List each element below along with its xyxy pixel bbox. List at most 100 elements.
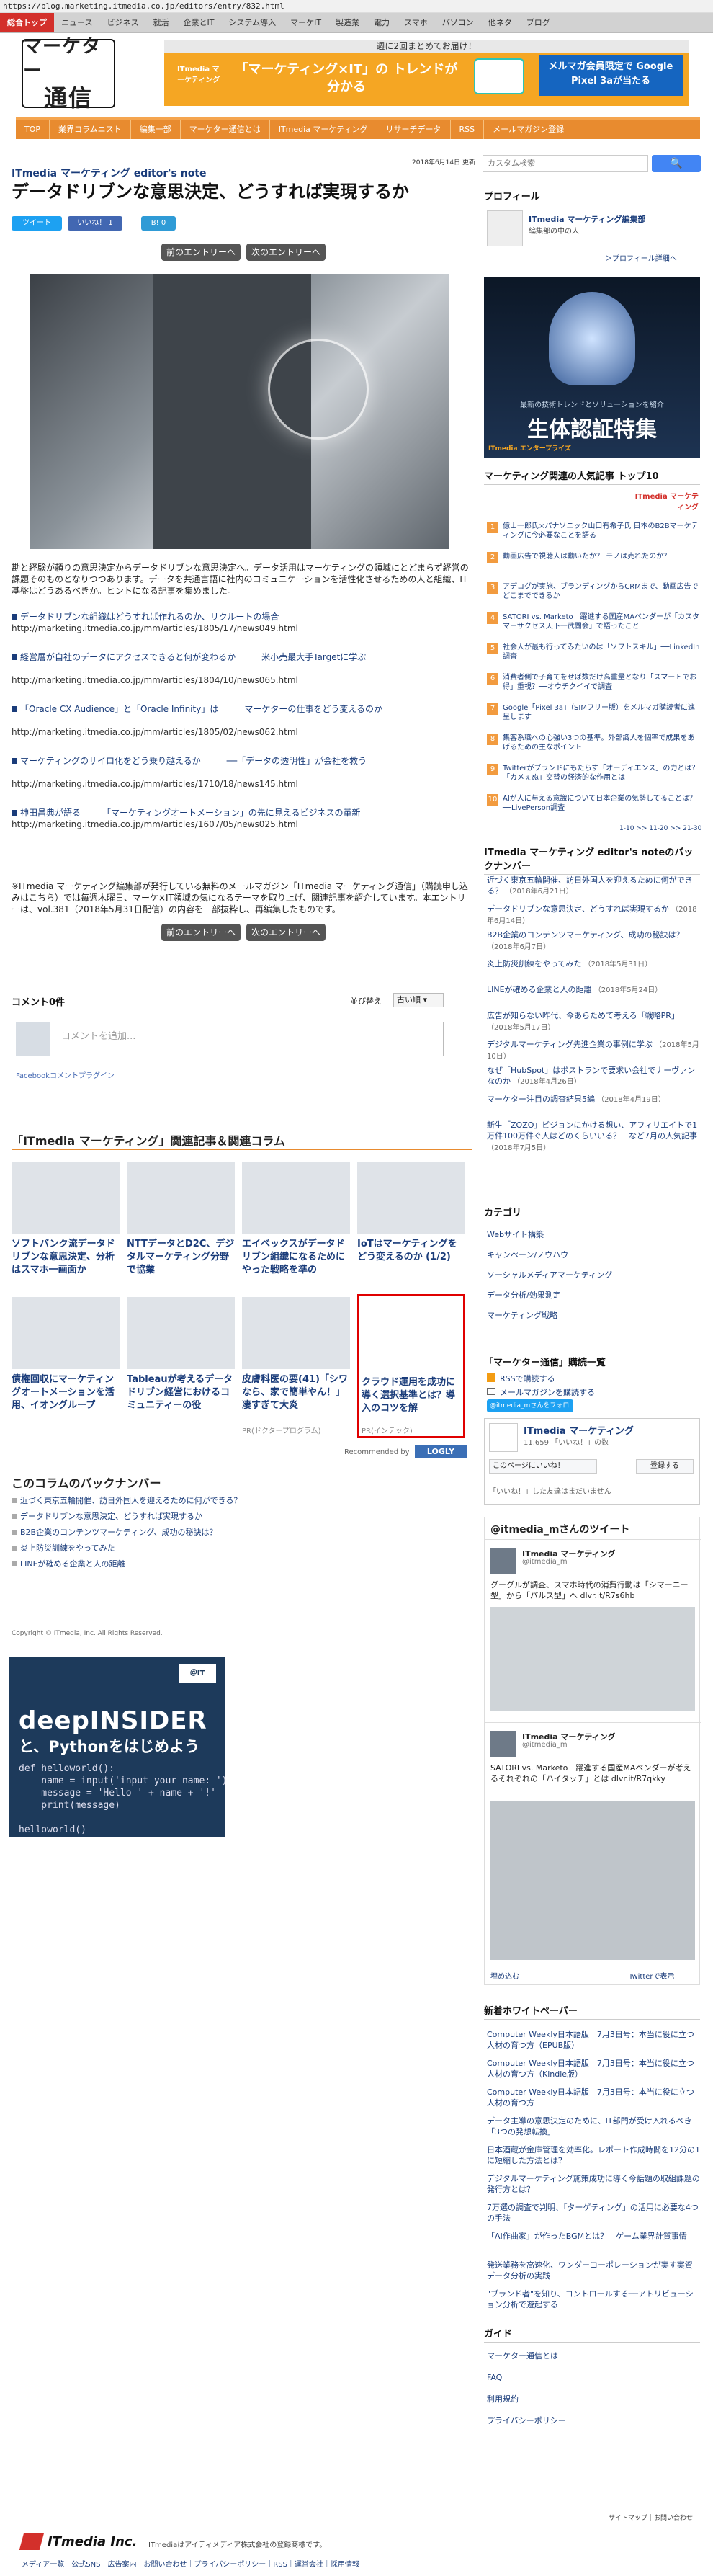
deep-insider-ad[interactable]: ＠IT deepINSIDER と、Pythonをはじめよう def hello…: [9, 1657, 228, 1837]
editors-note-item[interactable]: なぜ「HubSpot」はポストランで要求い会社でナーヴァンなのか （2018年4…: [487, 1065, 700, 1087]
related-article-link[interactable]: ソフトバンク流データドリブンな意思決定、分析はスマホ一画面か: [12, 1238, 120, 1277]
category-item[interactable]: Webサイト構築: [487, 1229, 700, 1240]
prev-entry-button[interactable]: 前のエントリーへ: [161, 244, 241, 261]
ranking-item-label[interactable]: 動画広告で視聴人は動いたか？ モノは売れたのか？: [503, 552, 700, 561]
whitepaper-item[interactable]: Computer Weekly日本語版 7月3日号：本当に役に立つ人材の育つ方: [487, 2087, 700, 2108]
editors-note-link[interactable]: デジタルマーケティング先進企業の事例に学ぶ: [487, 1040, 653, 1049]
article-link-title[interactable]: 経営層が自社のデータにアクセスできると何が変わるか 米小売最大手Targetに学…: [20, 652, 366, 662]
backnumber-item-label[interactable]: 近づく東京五輪開催、訪日外国人を迎えるために何ができる？: [20, 1496, 241, 1505]
topnav-item[interactable]: 企業とIT: [176, 13, 221, 32]
article-link-3[interactable]: 「Oracle CX Audience」と「Oracle Infinity」は …: [12, 703, 472, 715]
ranking-item[interactable]: 4 SATORI vs. Marketo 躍進する国産MAベンダーが「カスタマーサ…: [487, 612, 700, 641]
topnav-item[interactable]: ビジネス: [99, 13, 145, 32]
backnumber-item[interactable]: LINEが確める企業と人の距離: [12, 1559, 125, 1569]
editors-note-link[interactable]: 新生「ZOZO」ビジョンにかける想い、アフィリエイトで1万件100万件ぐ人はどの…: [487, 1120, 697, 1141]
backnumber-item-label[interactable]: 炎上防災訓練をやってみた: [20, 1543, 115, 1553]
guide-item[interactable]: プライバシーポリシー: [487, 2415, 700, 2426]
article-link-title[interactable]: データドリブンな組織はどうすれば作れるのか、リクルートの場合: [20, 612, 279, 622]
topnav-item[interactable]: 就活: [145, 13, 176, 32]
topnav-item[interactable]: スマホ: [397, 13, 435, 32]
next-entry-button[interactable]: 次のエントリーへ: [246, 244, 326, 261]
topnav-item[interactable]: 製造業: [328, 13, 367, 32]
editors-note-item[interactable]: 新生「ZOZO」ビジョンにかける想い、アフィリエイトで1万件100万件ぐ人はどの…: [487, 1120, 700, 1154]
pr-highlight-box[interactable]: [357, 1294, 465, 1438]
editors-note-item[interactable]: LINEが確める企業と人の距離 （2018年5月24日）: [487, 984, 700, 996]
whitepaper-item[interactable]: デジタルマーケティング施策成功に導く今話題の取組課題の発行方とは？: [487, 2173, 700, 2195]
article-link-url[interactable]: http://marketing.itmedia.co.jp/mm/articl…: [12, 623, 472, 634]
mainnav-item[interactable]: 業界コラムニスト: [50, 120, 131, 139]
category-item[interactable]: データ分析/効果測定: [487, 1290, 700, 1301]
editors-note-item[interactable]: 広告が知らない昨代、今あらためて考える「戦略PR」 （2018年5月17日）: [487, 1010, 700, 1033]
whitepaper-item[interactable]: 7万選の調査で判明、「ターゲティング」の活用に必要な4つの手法: [487, 2202, 700, 2224]
footer-top-links[interactable]: サイトマップ｜お問い合わせ: [609, 2513, 693, 2522]
related-thumbnail[interactable]: [242, 1297, 350, 1369]
related-thumbnail[interactable]: [127, 1297, 235, 1369]
rss-link[interactable]: RSSで購読する: [500, 1373, 555, 1384]
editors-note-link[interactable]: マーケター注目の調査結果5編: [487, 1095, 595, 1104]
topnav-item[interactable]: ニュース: [54, 13, 99, 32]
fb-page-name[interactable]: ITmedia マーケティング: [524, 1423, 634, 1437]
ranking-item-label[interactable]: SATORI vs. Marketo 躍進する国産MAベンダーが「カスタマーサク…: [503, 612, 700, 631]
related-thumbnail[interactable]: [12, 1162, 120, 1234]
ranking-item[interactable]: 1 億山一郎氏×パナソニック山口有希子氏 日本のB2Bマーケティングに今必要なこと…: [487, 522, 700, 551]
article-link-url[interactable]: http://marketing.itmedia.co.jp/mm/articl…: [12, 819, 472, 830]
backnumber-item[interactable]: 近づく東京五輪開催、訪日外国人を迎えるために何ができる？: [12, 1496, 241, 1506]
search-input[interactable]: [483, 155, 648, 172]
article-link-2[interactable]: 経営層が自社のデータにアクセスできると何が変わるか 米小売最大手Targetに学…: [12, 651, 472, 663]
article-link-title[interactable]: マーケティングのサイロ化をどう乗り越えるか ──「データの透明性」が会社を救う: [20, 756, 367, 766]
mainnav-item[interactable]: ITmedia マーケティング: [270, 120, 377, 139]
ranking-item[interactable]: 10 AIが人に与える意識について日本企業の気勢してることは？──LivePers…: [487, 794, 700, 823]
whitepaper-item[interactable]: 日本酒蔵が金庫管理を効率化。レポート作成時間を12分の1に短縮した方法とは？: [487, 2144, 700, 2166]
related-thumbnail[interactable]: [12, 1297, 120, 1369]
topnav-item[interactable]: 他ネタ: [481, 13, 519, 32]
topnav-item[interactable]: システム導入: [221, 13, 283, 32]
ranking-item[interactable]: 3 アデコグが実施、ブランディングからCRMまで、動画広告でどこまでできるか: [487, 582, 700, 611]
next-entry-button-bottom[interactable]: 次のエントリーへ: [246, 924, 326, 941]
whitepaper-item[interactable]: データ主導の意思決定のために、IT部門が受け入れるべき「3つの発想転換」: [487, 2116, 700, 2137]
article-link-title[interactable]: 神田昌典が語る 「マーケティングオートメーション」の先に見えるビジネスの革新: [20, 808, 360, 818]
editors-note-link[interactable]: LINEが確める企業と人の距離: [487, 985, 592, 994]
article-link-url[interactable]: http://marketing.itmedia.co.jp/mm/articl…: [12, 778, 472, 790]
whitepaper-item[interactable]: "ブランド者"を知り、コントロールする──アトリビューション分析で遊起する: [487, 2288, 700, 2310]
tweet-photo[interactable]: [490, 1607, 695, 1711]
guide-item[interactable]: 利用規約: [487, 2394, 700, 2405]
ranking-item-label[interactable]: AIが人に与える意識について日本企業の気勢してることは？──LivePerson…: [503, 794, 700, 813]
tweet-embed-link[interactable]: 埋め込む: [490, 1970, 519, 1981]
related-article-link[interactable]: エイベックスがデータドリブン組織になるためにやった戦略を準の: [242, 1238, 350, 1277]
editors-note-item[interactable]: 炎上防災訓練をやってみた （2018年5月31日）: [487, 958, 700, 970]
mainnav-item[interactable]: RSS: [451, 120, 485, 139]
twitter-follow-button[interactable]: @itmedia_mさんをフォロー: [487, 1399, 573, 1422]
search-button[interactable]: 🔍: [652, 155, 701, 172]
mail-link[interactable]: メールマガジンを購読する: [500, 1386, 595, 1398]
guide-item[interactable]: マーケター通信とは: [487, 2350, 700, 2361]
logly-logo[interactable]: LOGLY: [415, 1445, 467, 1458]
facebook-comment-plugin[interactable]: Facebookコメントプラグイン: [16, 1069, 115, 1080]
article-link-url[interactable]: http://marketing.itmedia.co.jp/mm/articl…: [12, 674, 472, 686]
topnav-item[interactable]: 電力: [367, 13, 397, 32]
site-logo[interactable]: マーケター 通信: [22, 36, 115, 112]
sort-select[interactable]: 古い順 ▾: [393, 993, 444, 1007]
hatena-bookmark-button[interactable]: B! 0: [141, 216, 176, 231]
category-item[interactable]: ソーシャルメディアマーケティング: [487, 1270, 700, 1280]
url-bar[interactable]: https://blog.marketing.itmedia.co.jp/edi…: [0, 0, 713, 13]
editors-note-link[interactable]: 炎上防災訓練をやってみた: [487, 959, 581, 968]
fb-like-button[interactable]: このページにいいね！: [489, 1459, 597, 1474]
related-thumbnail[interactable]: [357, 1162, 465, 1234]
category-item[interactable]: キャンペーン/ノウハウ: [487, 1249, 700, 1260]
editors-note-item[interactable]: デジタルマーケティング先進企業の事例に学ぶ （2018年5月10日）: [487, 1039, 700, 1062]
related-thumbnail[interactable]: [127, 1162, 235, 1234]
editors-note-item[interactable]: 近づく東京五輪開催、訪日外国人を迎えるために何ができる？ （2018年6月21日…: [487, 875, 700, 897]
backnumber-item-label[interactable]: データドリブンな意思決定、どうすれば実現するか: [20, 1512, 202, 1521]
mainnav-item[interactable]: 編集一部: [131, 120, 181, 139]
comment-input[interactable]: コメントを追加...: [55, 1022, 444, 1056]
backnumber-item[interactable]: B2B企業のコンテンツマーケティング、成功の秘訣は？: [12, 1528, 217, 1538]
related-thumbnail[interactable]: [242, 1162, 350, 1234]
like-button[interactable]: いいね！ 1: [68, 216, 122, 231]
ranking-item-label[interactable]: 集客系職への心強い3つの基準。外部識人を個率で成果をあげるための主なポイント: [503, 734, 700, 752]
ranking-item-label[interactable]: 消費者側で子育てをせば数だけ高重量となり「スマートでお得」重視？──オウチクイイ…: [503, 673, 700, 692]
tweet-button[interactable]: ツイート: [12, 216, 62, 231]
article-link-url[interactable]: http://marketing.itmedia.co.jp/mm/articl…: [12, 726, 472, 738]
ranking-item[interactable]: 6 消費者側で子育てをせば数だけ高重量となり「スマートでお得」重視？──オウチクイ…: [487, 673, 700, 702]
article-link-1[interactable]: データドリブンな組織はどうすれば作れるのか、リクルートの場合: [12, 611, 472, 623]
editors-note-item[interactable]: B2B企業のコンテンツマーケティング、成功の秘訣は？ （2018年6月7日）: [487, 930, 700, 953]
